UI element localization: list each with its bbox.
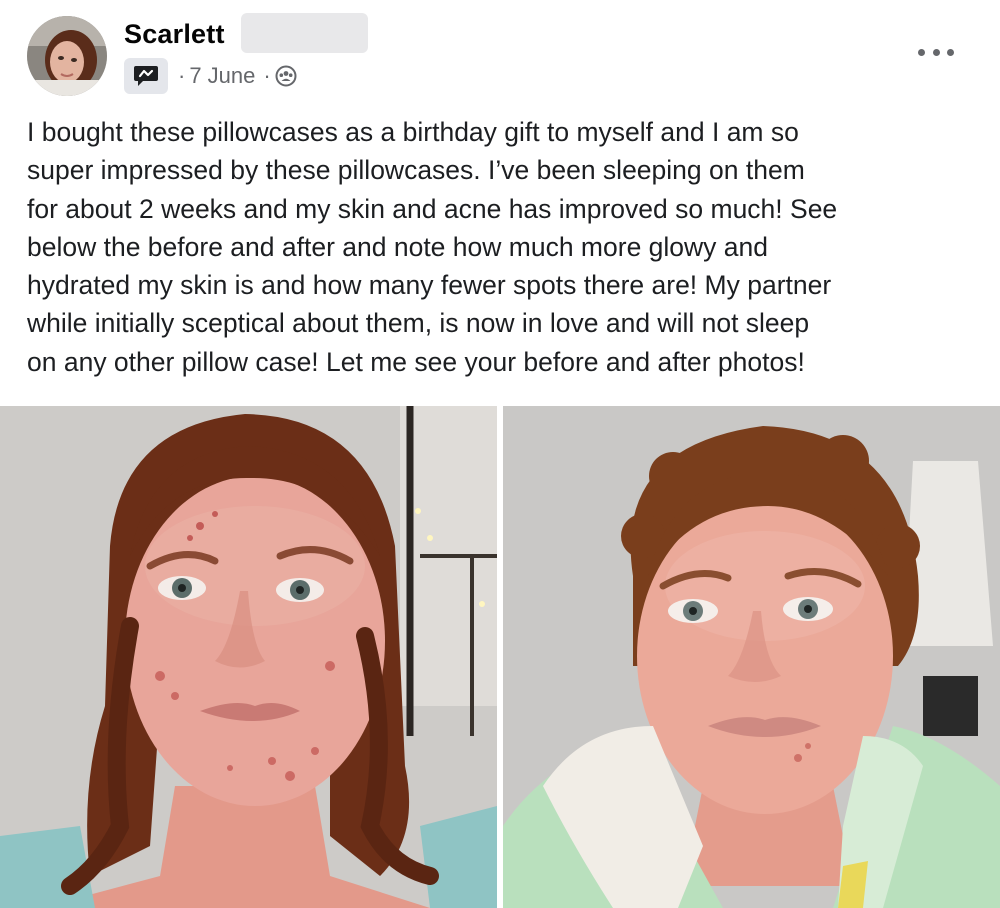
- before-photo[interactable]: [0, 406, 497, 908]
- group-badge-icon[interactable]: [124, 58, 168, 94]
- facebook-post: Scarlett · 7 June · I bought these pillo…: [0, 0, 1000, 908]
- post-text-line: I bought these pillowcases as a birthday…: [27, 117, 799, 147]
- post-header: Scarlett · 7 June ·: [0, 0, 1000, 110]
- more-dot-icon: [947, 48, 954, 56]
- photo-grid: [0, 406, 1000, 908]
- more-dot-icon: [918, 48, 925, 56]
- post-text-line: hydrated my skin is and how many fewer s…: [27, 270, 832, 301]
- more-options-button[interactable]: [918, 40, 954, 64]
- post-text-line: below the before and after and note how …: [27, 231, 768, 262]
- meta-separator: ·: [263, 63, 271, 88]
- more-dot-icon: [932, 48, 940, 56]
- post-text-line: super impressed by these pillowcases. I’…: [27, 155, 805, 186]
- group-audience-icon[interactable]: [275, 65, 297, 87]
- after-photo[interactable]: [503, 406, 1000, 908]
- post-text-line: on any other pillow case! Let me see you…: [27, 346, 805, 377]
- meta-separator: ·: [178, 63, 186, 88]
- name-redaction-block: [241, 13, 368, 53]
- post-body: I bought these pillowcases as a birthday…: [27, 113, 977, 381]
- author-name[interactable]: Scarlett: [124, 19, 225, 50]
- author-avatar[interactable]: [27, 16, 107, 96]
- post-text-line: while initially sceptical about them, is…: [27, 308, 810, 339]
- post-text-line: for about 2 weeks and my skin and acne h…: [27, 193, 838, 224]
- post-meta: · 7 June ·: [124, 58, 297, 94]
- post-date[interactable]: 7 June: [189, 63, 255, 89]
